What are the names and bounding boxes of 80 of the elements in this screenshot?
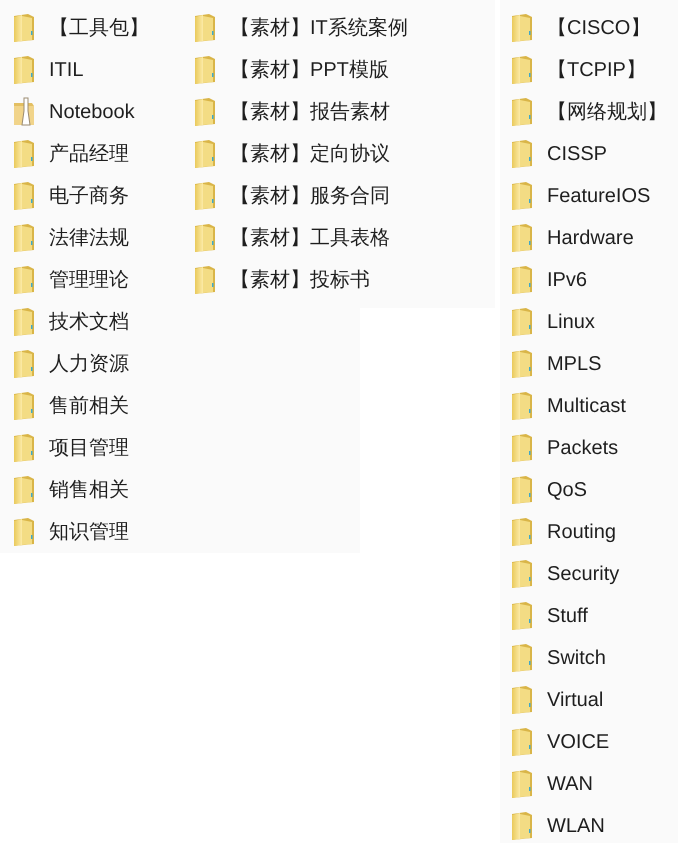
folder-name[interactable]: Security: [547, 561, 620, 587]
folder-icon: [12, 55, 36, 85]
folder-name[interactable]: 【CISCO】: [547, 15, 650, 41]
folder-icon: [12, 349, 36, 379]
folder-icon: [12, 475, 36, 505]
folder-name[interactable]: Virtual: [547, 687, 604, 713]
folder-name[interactable]: 电子商务: [49, 183, 129, 209]
folder-name[interactable]: WAN: [547, 771, 593, 797]
folder-name[interactable]: VOICE: [547, 729, 610, 755]
folder-name[interactable]: 【工具包】: [49, 15, 149, 41]
folder-icon: [12, 517, 36, 547]
folder-name[interactable]: IPv6: [547, 267, 588, 293]
folder-name[interactable]: Linux: [547, 309, 595, 335]
folder-icon: [510, 139, 534, 169]
folder-name[interactable]: 售前相关: [49, 393, 129, 419]
folder-name[interactable]: 法律法规: [49, 225, 129, 251]
folder-icon: [510, 97, 534, 127]
folder-icon: [510, 265, 534, 295]
folder-name[interactable]: 销售相关: [49, 477, 129, 503]
folder-name[interactable]: FeatureIOS: [547, 183, 650, 209]
folder-icon: [12, 97, 36, 127]
folder-name[interactable]: QoS: [547, 477, 588, 503]
folder-name[interactable]: Notebook: [49, 99, 135, 125]
folder-icon: [193, 13, 217, 43]
folder-icon: [510, 475, 534, 505]
folder-icon: [193, 265, 217, 295]
folder-name[interactable]: 产品经理: [49, 141, 129, 167]
folder-icon: [510, 769, 534, 799]
folder-name[interactable]: 【网络规划】: [547, 99, 667, 125]
folder-name[interactable]: 【素材】定向协议: [230, 141, 390, 167]
folder-icon: [193, 139, 217, 169]
folder-icon: [510, 349, 534, 379]
folder-icon: [510, 391, 534, 421]
folder-icon: [193, 97, 217, 127]
folder-icon: [193, 181, 217, 211]
folder-icon: [12, 433, 36, 463]
folder-icon: [12, 223, 36, 253]
folder-icon: [510, 643, 534, 673]
folder-icon: [510, 307, 534, 337]
folder-name[interactable]: CISSP: [547, 141, 608, 167]
folder-icon: [510, 55, 534, 85]
folder-name[interactable]: 【素材】报告素材: [230, 99, 390, 125]
folder-icon: [12, 139, 36, 169]
folder-icon: [12, 307, 36, 337]
folder-icon: [510, 811, 534, 841]
folder-name[interactable]: Stuff: [547, 603, 588, 629]
folder-name[interactable]: 知识管理: [49, 519, 129, 545]
folder-name[interactable]: 技术文档: [49, 309, 129, 335]
folder-name[interactable]: MPLS: [547, 351, 602, 377]
folder-name[interactable]: 【TCPIP】: [547, 57, 646, 83]
folder-name[interactable]: Multicast: [547, 393, 626, 419]
folder-name[interactable]: 【素材】工具表格: [230, 225, 390, 251]
folder-icon: [510, 601, 534, 631]
folder-name[interactable]: 【素材】IT系统案例: [230, 15, 408, 41]
folder-icon: [193, 55, 217, 85]
folder-name[interactable]: 【素材】服务合同: [230, 183, 390, 209]
folder-icon: [510, 517, 534, 547]
folder-icon: [12, 181, 36, 211]
folder-icon: [510, 433, 534, 463]
folder-name[interactable]: 【素材】投标书: [230, 267, 370, 293]
folder-icon: [510, 13, 534, 43]
folder-icon: [12, 265, 36, 295]
folder-icon: [510, 685, 534, 715]
folder-name[interactable]: 【素材】PPT模版: [230, 57, 389, 83]
folder-name[interactable]: WLAN: [547, 813, 605, 839]
folder-icon: [510, 181, 534, 211]
folder-icon: [510, 727, 534, 757]
folder-name[interactable]: 管理理论: [49, 267, 129, 293]
folder-name[interactable]: Switch: [547, 645, 606, 671]
folder-icon: [12, 391, 36, 421]
folder-icon: [193, 223, 217, 253]
folder-name[interactable]: Routing: [547, 519, 616, 545]
folder-name[interactable]: Hardware: [547, 225, 634, 251]
folder-icon: [12, 13, 36, 43]
folder-name[interactable]: ITIL: [49, 57, 84, 83]
folder-name[interactable]: 人力资源: [49, 351, 129, 377]
folder-icon: [510, 223, 534, 253]
folder-name[interactable]: Packets: [547, 435, 618, 461]
folder-name[interactable]: 项目管理: [49, 435, 129, 461]
folder-icon: [510, 559, 534, 589]
